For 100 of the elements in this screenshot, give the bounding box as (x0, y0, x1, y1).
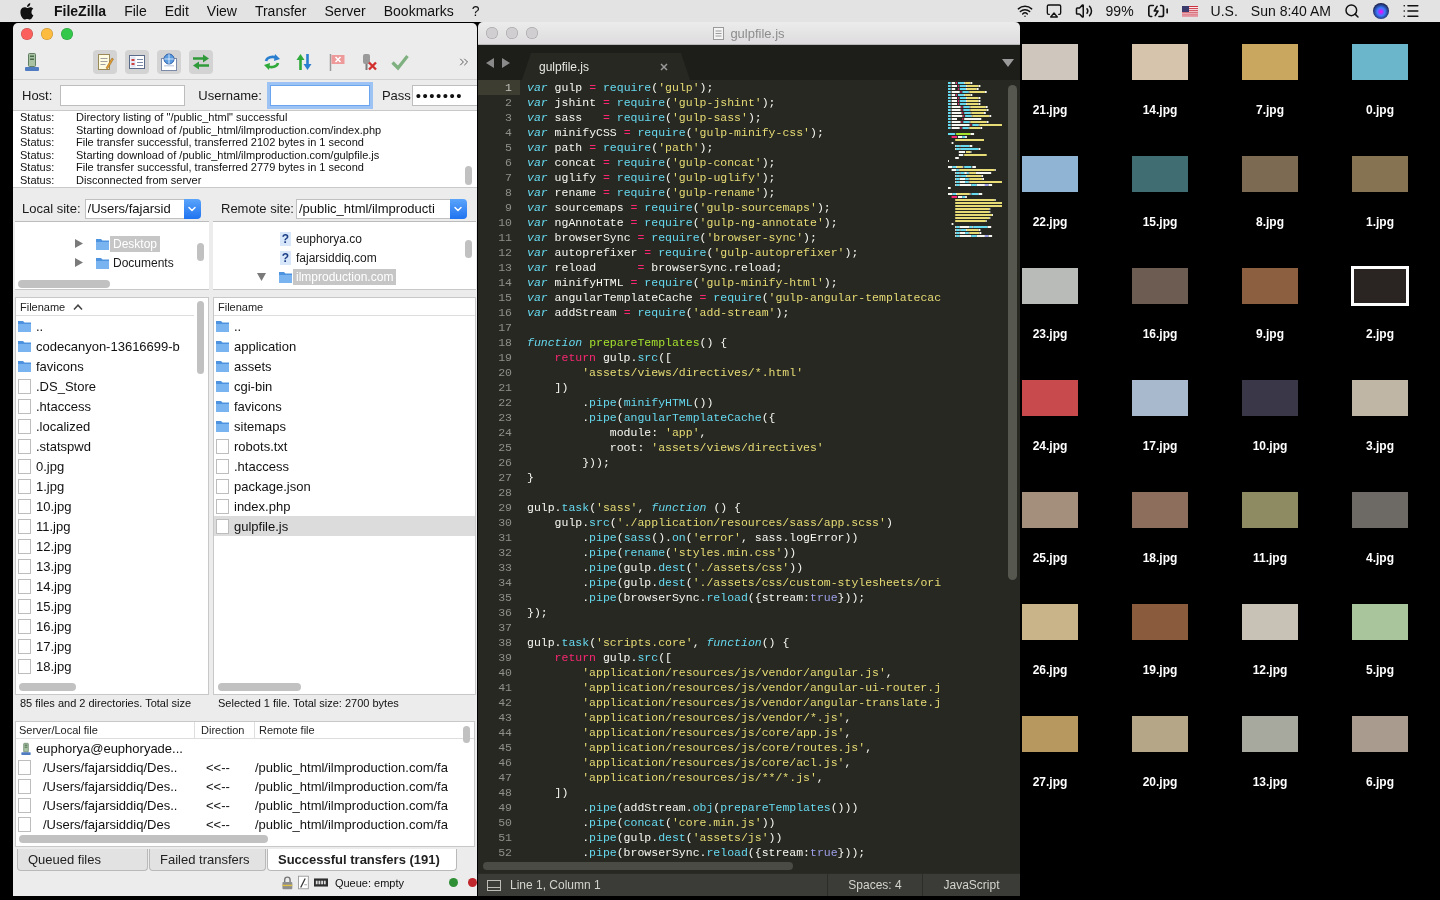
path-field[interactable]: /public_html/ilmproducti (296, 198, 450, 219)
orb-icon[interactable] (1373, 3, 1389, 19)
app-menu[interactable]: FileZilla (54, 3, 107, 19)
scrollbar-thumb[interactable] (465, 240, 472, 258)
file-row[interactable]: favicons (16, 356, 194, 376)
tab[interactable]: Failed transfers (149, 849, 266, 871)
apple-icon[interactable] (20, 2, 34, 20)
window-minimize-button[interactable] (506, 27, 518, 39)
scrollbar-thumb[interactable] (483, 862, 793, 870)
file-row[interactable]: 18.jpg (16, 656, 194, 676)
scrollbar-thumb[interactable] (19, 835, 268, 843)
file-row[interactable]: index.php (214, 496, 475, 516)
clock[interactable]: Sun 8:40 AM (1250, 3, 1331, 19)
wifi-icon[interactable] (1016, 3, 1033, 19)
file-row[interactable]: gulpfile.js (214, 516, 475, 536)
toolbar-button[interactable] (93, 49, 117, 74)
triangle-right-icon[interactable] (74, 258, 83, 267)
menu-item[interactable]: Server (324, 3, 366, 19)
toolbar-button[interactable] (189, 49, 213, 74)
file-row[interactable]: .htaccess (214, 456, 475, 476)
file-row[interactable]: .statspwd (16, 436, 194, 456)
file-row[interactable]: favicons (214, 396, 475, 416)
window-close-button[interactable] (21, 27, 33, 40)
scrollbar-thumb[interactable] (465, 166, 472, 185)
file-row[interactable]: codecanyon-13616699-b (16, 336, 194, 356)
column-header[interactable]: Filename (16, 298, 194, 316)
file-row[interactable]: 14.jpg (16, 576, 194, 596)
scrollbar-thumb[interactable] (19, 683, 76, 691)
path-field[interactable]: /Users/fajarsid (84, 198, 184, 219)
menu-item[interactable]: Edit (164, 3, 189, 19)
tab[interactable]: Successful transfers (191) (267, 849, 457, 871)
scrollbar-thumb[interactable] (1008, 85, 1017, 580)
file-row[interactable]: .. (16, 316, 194, 336)
file-label[interactable]: 2.jpg (1366, 327, 1394, 341)
syntax-setting[interactable]: JavaScript (922, 873, 1020, 896)
menu-item[interactable]: File (124, 3, 147, 19)
file-label[interactable]: 11.jpg (1253, 551, 1287, 565)
file-row[interactable]: sitemaps (214, 416, 475, 436)
file-label[interactable]: 18.jpg (1142, 551, 1178, 565)
file-row[interactable]: 11.jpg (16, 516, 194, 536)
menu-item[interactable]: ? (471, 3, 480, 19)
tree-item[interactable]: euphorya.co (293, 230, 366, 247)
scrollbar-thumb[interactable] (18, 280, 110, 288)
tab[interactable]: gulpfile.js (522, 53, 690, 80)
input-source[interactable]: U.S. (1210, 3, 1238, 19)
search-icon[interactable] (1344, 3, 1360, 19)
file-label[interactable]: 21.jpg (1032, 103, 1068, 117)
file-row[interactable]: .htaccess (16, 396, 194, 416)
file-row[interactable]: 12.jpg (16, 536, 194, 556)
triangle-right-icon[interactable] (502, 57, 510, 68)
battery-percentage[interactable]: 99% (1105, 3, 1134, 19)
file-label[interactable]: 5.jpg (1366, 663, 1394, 677)
window-minimize-button[interactable] (41, 27, 53, 40)
file-label[interactable]: 13.jpg (1252, 775, 1288, 789)
volume-icon[interactable] (1074, 2, 1093, 20)
file-label[interactable]: 3.jpg (1366, 439, 1394, 453)
file-label[interactable]: 7.jpg (1256, 103, 1284, 117)
file-row[interactable]: cgi-bin (214, 376, 475, 396)
file-label[interactable]: 8.jpg (1256, 215, 1284, 229)
toolbar-button[interactable] (157, 49, 181, 74)
file-label[interactable]: 16.jpg (1142, 327, 1178, 341)
tab[interactable]: Queued files (17, 849, 148, 871)
file-row[interactable]: package.json (214, 476, 475, 496)
file-label[interactable]: 26.jpg (1032, 663, 1068, 677)
minimap-drawing[interactable] (948, 82, 1003, 238)
file-label[interactable]: 6.jpg (1366, 775, 1394, 789)
file-row[interactable]: 16.jpg (16, 616, 194, 636)
toolbar-button[interactable] (125, 49, 149, 74)
flag-icon[interactable] (1181, 5, 1198, 17)
file-label[interactable]: 14.jpg (1142, 103, 1178, 117)
scrollbar-thumb[interactable] (463, 726, 470, 743)
menu-item[interactable]: Bookmarks (383, 3, 454, 19)
file-label[interactable]: 25.jpg (1032, 551, 1068, 565)
file-label[interactable]: 19.jpg (1142, 663, 1178, 677)
input-field[interactable]: ••••••• (411, 84, 477, 106)
scrollbar-thumb[interactable] (197, 243, 204, 261)
file-label[interactable]: 17.jpg (1142, 439, 1178, 453)
close-icon[interactable] (660, 62, 668, 71)
file-label[interactable]: 23.jpg (1032, 327, 1068, 341)
file-row[interactable]: 10.jpg (16, 496, 194, 516)
file-row[interactable]: .DS_Store (16, 376, 194, 396)
window-zoom-button[interactable] (61, 27, 73, 40)
file-row[interactable]: .localized (16, 416, 194, 436)
scrollbar-thumb[interactable] (197, 301, 204, 374)
tree-item[interactable]: Documents (110, 254, 177, 271)
file-row[interactable]: 0.jpg (16, 456, 194, 476)
file-label[interactable]: 15.jpg (1142, 215, 1178, 229)
input-field[interactable] (60, 84, 186, 106)
triangle-down-icon[interactable] (257, 272, 266, 281)
indentation-setting[interactable]: Spaces: 4 (827, 873, 922, 896)
file-label[interactable]: 20.jpg (1142, 775, 1178, 789)
file-label[interactable]: 1.jpg (1366, 215, 1394, 229)
file-row[interactable]: application (214, 336, 475, 356)
file-row[interactable]: assets (214, 356, 475, 376)
triangle-right-icon[interactable] (74, 239, 83, 248)
file-row[interactable]: robots.txt (214, 436, 475, 456)
column-header[interactable]: Remote file (255, 722, 474, 738)
column-header[interactable]: Server/Local file (16, 722, 195, 738)
tree-item[interactable]: fajarsiddiq.com (293, 249, 380, 266)
file-label[interactable]: 9.jpg (1256, 327, 1284, 341)
